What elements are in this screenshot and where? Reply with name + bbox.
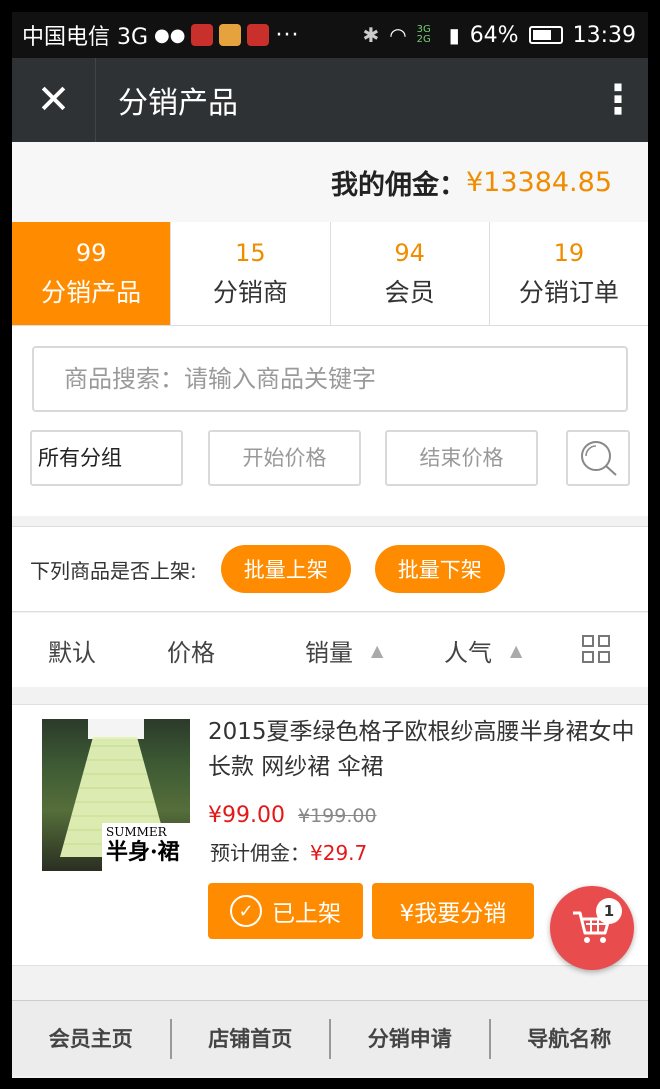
more-vertical-icon[interactable]: ⋮ (588, 77, 648, 123)
page-title: 分销产品 (118, 86, 238, 121)
cart-count-badge: 1 (596, 898, 622, 924)
tab-members[interactable]: 94 会员 (330, 222, 490, 325)
phone-screen: 中国电信 3G ●● ··· ✱ ◠ 3G 2G ▮ 64% 13:39 ✕ 分… (12, 12, 648, 1089)
stat-number: 99 (75, 238, 107, 267)
product-commission: 预计佣金：¥29.7 (210, 837, 367, 866)
grid-view-icon[interactable] (582, 635, 612, 665)
tab-distribution-orders[interactable]: 19 分销订单 (489, 222, 648, 325)
carrier-label: 中国电信 3G (22, 25, 149, 50)
cart-button[interactable]: 1 (550, 886, 634, 970)
nav-bar: ✕ 分销产品 ⋮ (12, 58, 648, 142)
stat-label: 分销订单 (518, 277, 619, 307)
group-select[interactable]: 所有分组 (30, 430, 183, 486)
listed-button[interactable]: ✓ 已上架 (208, 883, 363, 939)
status-left: 中国电信 3G ●● ··· (12, 19, 362, 51)
commission-value: ¥13384.85 (465, 166, 612, 198)
netease-app-icon-2 (247, 24, 270, 46)
sort-price-label: 价格 (167, 638, 215, 667)
close-icon[interactable]: ✕ (12, 58, 96, 142)
product-title[interactable]: 2015夏季绿色格子欧根纱高腰半身裙女中长款 网纱裙 伞裙 (208, 715, 636, 785)
product-price: ¥99.00 (208, 803, 285, 828)
product-image[interactable]: SUMMER 半身·裙 (42, 719, 190, 871)
wechat-icon: ●● (154, 24, 186, 46)
product-image-text-2: 半身·裙 (106, 839, 180, 865)
stats-tabs: 99 分销产品 15 分销商 94 会员 19 分销订单 (12, 222, 648, 326)
product-image-text-1: SUMMER (106, 825, 167, 839)
bluetooth-icon: ✱ (362, 23, 380, 47)
product-image-shirt (88, 719, 144, 739)
battery-percent: 64% (469, 22, 519, 48)
stat-label: 会员 (384, 277, 435, 307)
batch-list-button[interactable]: 批量上架 (220, 545, 351, 593)
more-notifications-icon: ··· (275, 22, 300, 48)
arrow-up-icon: ▲ (510, 640, 523, 660)
batch-question: 下列商品是否上架: (30, 558, 197, 583)
footer-member-home[interactable]: 会员主页 (12, 1018, 172, 1059)
tab-distribution-products[interactable]: 99 分销产品 (12, 222, 172, 325)
check-circle-icon: ✓ (230, 895, 262, 927)
status-right: ✱ ◠ 3G 2G ▮ 64% 13:39 (362, 23, 648, 48)
sort-sales[interactable]: 销量 ▲ (305, 633, 383, 668)
footer-nav-name[interactable]: 导航名称 (491, 1019, 649, 1059)
search-input[interactable]: 商品搜索：请输入商品关键字 (32, 346, 628, 412)
end-price-input[interactable]: 结束价格 (385, 430, 538, 486)
product-commission-value: ¥29.7 (310, 841, 368, 865)
stat-number: 19 (553, 238, 585, 267)
distribute-button[interactable]: ¥我要分销 (372, 883, 534, 939)
stat-number: 15 (235, 238, 266, 267)
listed-label: 已上架 (272, 901, 341, 927)
commission-label: 我的佣金： (330, 169, 466, 201)
status-bar: 中国电信 3G ●● ··· ✱ ◠ 3G 2G ▮ 64% 13:39 (12, 12, 648, 58)
footer-store-home[interactable]: 店铺首页 (172, 1018, 331, 1059)
system-bottom-bar (12, 1078, 648, 1089)
search-button[interactable] (566, 430, 630, 486)
sim-icon: ▮ (448, 23, 460, 47)
batch-actions: 下列商品是否上架: 批量上架 批量下架 (12, 526, 648, 612)
footer-distribution-apply[interactable]: 分销申请 (331, 1018, 491, 1059)
product-image-tag: SUMMER 半身·裙 (102, 823, 190, 871)
commission-row: 我的佣金： ¥13384.85 (12, 142, 648, 222)
arrow-up-icon: ▲ (371, 640, 384, 660)
start-price-input[interactable]: 开始价格 (208, 430, 361, 486)
distribute-label: ¥我要分销 (399, 901, 507, 927)
stat-label: 分销商 (212, 277, 288, 307)
sort-popularity[interactable]: 人气 ▲ (444, 633, 522, 668)
sort-default-label: 默认 (48, 638, 96, 667)
batch-delist-button[interactable]: 批量下架 (374, 545, 505, 593)
footer-nav: 会员主页 店铺首页 分销申请 导航名称 (12, 1000, 648, 1076)
sort-popularity-label: 人气 (444, 638, 492, 667)
stat-label: 分销产品 (41, 277, 142, 307)
alipay-app-icon (219, 24, 242, 46)
sort-default[interactable]: 默认 (48, 633, 96, 668)
search-icon (581, 441, 617, 476)
filter-panel: 商品搜索：请输入商品关键字 所有分组 开始价格 结束价格 (12, 326, 648, 516)
wifi-icon: ◠ (389, 23, 407, 47)
product-original-price: ¥199.00 (298, 805, 377, 827)
product-commission-label: 预计佣金： (210, 841, 310, 865)
sort-bar: 默认 价格 销量 ▲ 人气 ▲ (12, 613, 648, 687)
signal-icon: 3G 2G (416, 24, 431, 45)
netease-app-icon (191, 24, 214, 46)
stat-number: 94 (394, 238, 425, 267)
clock: 13:39 (572, 22, 636, 48)
battery-icon (528, 26, 563, 44)
sort-price[interactable]: 价格 (167, 633, 215, 668)
sort-sales-label: 销量 (305, 638, 353, 667)
tab-distributors[interactable]: 15 分销商 (171, 222, 331, 325)
